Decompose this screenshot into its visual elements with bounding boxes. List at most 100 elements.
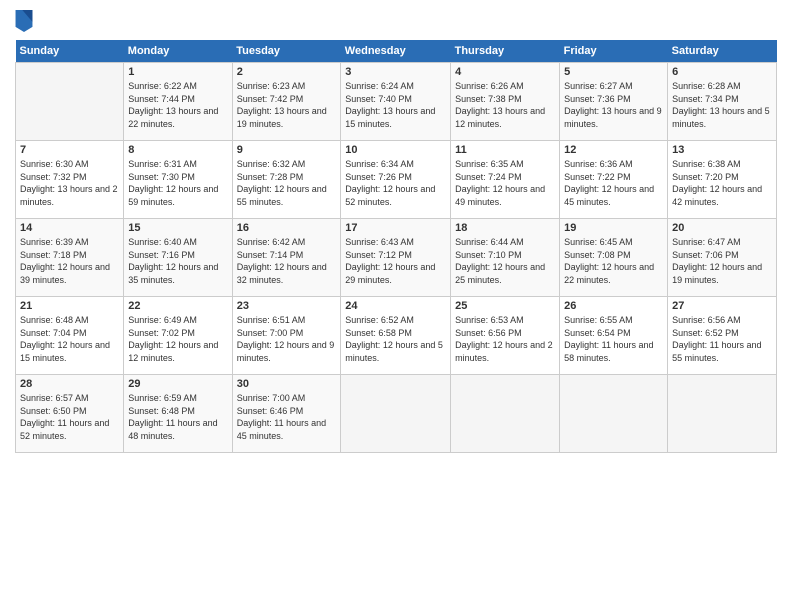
day-number: 20 (672, 222, 772, 234)
calendar-cell: 29 Sunrise: 6:59 AMSunset: 6:48 PMDayligh… (124, 375, 232, 453)
calendar-week-3: 14 Sunrise: 6:39 AMSunset: 7:18 PMDayligh… (16, 219, 777, 297)
day-number: 19 (564, 222, 663, 234)
calendar-cell: 15Sunrise: 6:40 AMSunset: 7:16 PMDayligh… (124, 219, 232, 297)
day-info: Sunrise: 6:38 AMSunset: 7:20 PMDaylight:… (672, 158, 772, 208)
calendar-cell: 9 Sunrise: 6:32 AMSunset: 7:28 PMDaylight… (232, 141, 341, 219)
day-info: Sunrise: 6:30 AMSunset: 7:32 PMDaylight:… (20, 158, 119, 208)
day-number: 6 (672, 66, 772, 78)
calendar-cell: 11 Sunrise: 6:35 AMSunset: 7:24 PMDayligh… (451, 141, 560, 219)
day-info: Sunrise: 6:42 AMSunset: 7:14 PMDaylight:… (237, 236, 337, 286)
day-info: Sunrise: 6:39 AMSunset: 7:18 PMDaylight:… (20, 236, 119, 286)
day-number: 1 (128, 66, 227, 78)
day-number: 26 (564, 300, 663, 312)
calendar-cell: 7 Sunrise: 6:30 AMSunset: 7:32 PMDaylight… (16, 141, 124, 219)
day-number: 21 (20, 300, 119, 312)
header-monday: Monday (124, 40, 232, 63)
day-info: Sunrise: 6:49 AMSunset: 7:02 PMDaylight:… (128, 314, 227, 364)
calendar-cell: 24 Sunrise: 6:52 AMSunset: 6:58 PMDayligh… (341, 297, 451, 375)
day-number: 2 (237, 66, 337, 78)
header-row: Sunday Monday Tuesday Wednesday Thursday… (16, 40, 777, 63)
calendar-table: Sunday Monday Tuesday Wednesday Thursday… (15, 40, 777, 453)
header-friday: Friday (560, 40, 668, 63)
calendar-cell (341, 375, 451, 453)
calendar-cell: 10Sunrise: 6:34 AMSunset: 7:26 PMDayligh… (341, 141, 451, 219)
day-number: 3 (345, 66, 446, 78)
calendar-cell: 17 Sunrise: 6:43 AMSunset: 7:12 PMDayligh… (341, 219, 451, 297)
day-number: 10 (345, 144, 446, 156)
header-wednesday: Wednesday (341, 40, 451, 63)
calendar-cell: 13 Sunrise: 6:38 AMSunset: 7:20 PMDayligh… (668, 141, 777, 219)
day-info: Sunrise: 6:52 AMSunset: 6:58 PMDaylight:… (345, 314, 446, 364)
day-number: 11 (455, 144, 555, 156)
calendar-cell: 14 Sunrise: 6:39 AMSunset: 7:18 PMDayligh… (16, 219, 124, 297)
calendar-cell: 2 Sunrise: 6:23 AMSunset: 7:42 PMDaylight… (232, 63, 341, 141)
calendar-cell: 6 Sunrise: 6:28 AMSunset: 7:34 PMDaylight… (668, 63, 777, 141)
day-number: 30 (237, 378, 337, 390)
logo-icon (15, 10, 33, 32)
day-number: 23 (237, 300, 337, 312)
calendar-cell: 21 Sunrise: 6:48 AMSunset: 7:04 PMDayligh… (16, 297, 124, 375)
calendar-cell: 18 Sunrise: 6:44 AMSunset: 7:10 PMDayligh… (451, 219, 560, 297)
day-info: Sunrise: 6:31 AMSunset: 7:30 PMDaylight:… (128, 158, 227, 208)
calendar-cell: 22 Sunrise: 6:49 AMSunset: 7:02 PMDayligh… (124, 297, 232, 375)
calendar-body: 1Sunrise: 6:22 AMSunset: 7:44 PMDaylight… (16, 63, 777, 453)
calendar-cell: 3 Sunrise: 6:24 AMSunset: 7:40 PMDaylight… (341, 63, 451, 141)
day-info: Sunrise: 6:26 AMSunset: 7:38 PMDaylight:… (455, 80, 555, 130)
day-info: Sunrise: 6:45 AMSunset: 7:08 PMDaylight:… (564, 236, 663, 286)
calendar-cell: 28 Sunrise: 6:57 AMSunset: 6:50 PMDayligh… (16, 375, 124, 453)
calendar-cell: 25 Sunrise: 6:53 AMSunset: 6:56 PMDayligh… (451, 297, 560, 375)
calendar-cell: 16 Sunrise: 6:42 AMSunset: 7:14 PMDayligh… (232, 219, 341, 297)
day-number: 12 (564, 144, 663, 156)
calendar-week-5: 28 Sunrise: 6:57 AMSunset: 6:50 PMDayligh… (16, 375, 777, 453)
header-sunday: Sunday (16, 40, 124, 63)
day-info: Sunrise: 7:00 AMSunset: 6:46 PMDaylight:… (237, 392, 337, 442)
header-thursday: Thursday (451, 40, 560, 63)
day-info: Sunrise: 6:48 AMSunset: 7:04 PMDaylight:… (20, 314, 119, 364)
day-number: 5 (564, 66, 663, 78)
day-number: 15 (128, 222, 227, 234)
day-info: Sunrise: 6:32 AMSunset: 7:28 PMDaylight:… (237, 158, 337, 208)
day-info: Sunrise: 6:35 AMSunset: 7:24 PMDaylight:… (455, 158, 555, 208)
day-number: 27 (672, 300, 772, 312)
logo (15, 10, 36, 32)
calendar-cell: 1Sunrise: 6:22 AMSunset: 7:44 PMDaylight… (124, 63, 232, 141)
calendar-week-4: 21 Sunrise: 6:48 AMSunset: 7:04 PMDayligh… (16, 297, 777, 375)
day-info: Sunrise: 6:59 AMSunset: 6:48 PMDaylight:… (128, 392, 227, 442)
calendar-cell (16, 63, 124, 141)
calendar-cell: 23 Sunrise: 6:51 AMSunset: 7:00 PMDayligh… (232, 297, 341, 375)
calendar-cell: 5Sunrise: 6:27 AMSunset: 7:36 PMDaylight… (560, 63, 668, 141)
day-number: 18 (455, 222, 555, 234)
header (15, 10, 777, 32)
day-number: 16 (237, 222, 337, 234)
calendar-cell: 19 Sunrise: 6:45 AMSunset: 7:08 PMDayligh… (560, 219, 668, 297)
day-number: 25 (455, 300, 555, 312)
day-info: Sunrise: 6:53 AMSunset: 6:56 PMDaylight:… (455, 314, 555, 364)
day-number: 22 (128, 300, 227, 312)
day-number: 14 (20, 222, 119, 234)
day-info: Sunrise: 6:51 AMSunset: 7:00 PMDaylight:… (237, 314, 337, 364)
calendar-cell: 12 Sunrise: 6:36 AMSunset: 7:22 PMDayligh… (560, 141, 668, 219)
calendar-cell: 30 Sunrise: 7:00 AMSunset: 6:46 PMDayligh… (232, 375, 341, 453)
day-info: Sunrise: 6:36 AMSunset: 7:22 PMDaylight:… (564, 158, 663, 208)
day-info: Sunrise: 6:47 AMSunset: 7:06 PMDaylight:… (672, 236, 772, 286)
day-info: Sunrise: 6:24 AMSunset: 7:40 PMDaylight:… (345, 80, 446, 130)
day-number: 28 (20, 378, 119, 390)
day-number: 29 (128, 378, 227, 390)
header-tuesday: Tuesday (232, 40, 341, 63)
calendar-cell (668, 375, 777, 453)
calendar-cell: 26Sunrise: 6:55 AMSunset: 6:54 PMDayligh… (560, 297, 668, 375)
day-info: Sunrise: 6:43 AMSunset: 7:12 PMDaylight:… (345, 236, 446, 286)
day-number: 17 (345, 222, 446, 234)
calendar-cell: 27 Sunrise: 6:56 AMSunset: 6:52 PMDayligh… (668, 297, 777, 375)
day-number: 24 (345, 300, 446, 312)
day-number: 9 (237, 144, 337, 156)
calendar-cell: 8Sunrise: 6:31 AMSunset: 7:30 PMDaylight… (124, 141, 232, 219)
header-saturday: Saturday (668, 40, 777, 63)
day-number: 13 (672, 144, 772, 156)
day-info: Sunrise: 6:28 AMSunset: 7:34 PMDaylight:… (672, 80, 772, 130)
day-info: Sunrise: 6:56 AMSunset: 6:52 PMDaylight:… (672, 314, 772, 364)
day-info: Sunrise: 6:23 AMSunset: 7:42 PMDaylight:… (237, 80, 337, 130)
day-number: 7 (20, 144, 119, 156)
day-info: Sunrise: 6:44 AMSunset: 7:10 PMDaylight:… (455, 236, 555, 286)
day-info: Sunrise: 6:57 AMSunset: 6:50 PMDaylight:… (20, 392, 119, 442)
